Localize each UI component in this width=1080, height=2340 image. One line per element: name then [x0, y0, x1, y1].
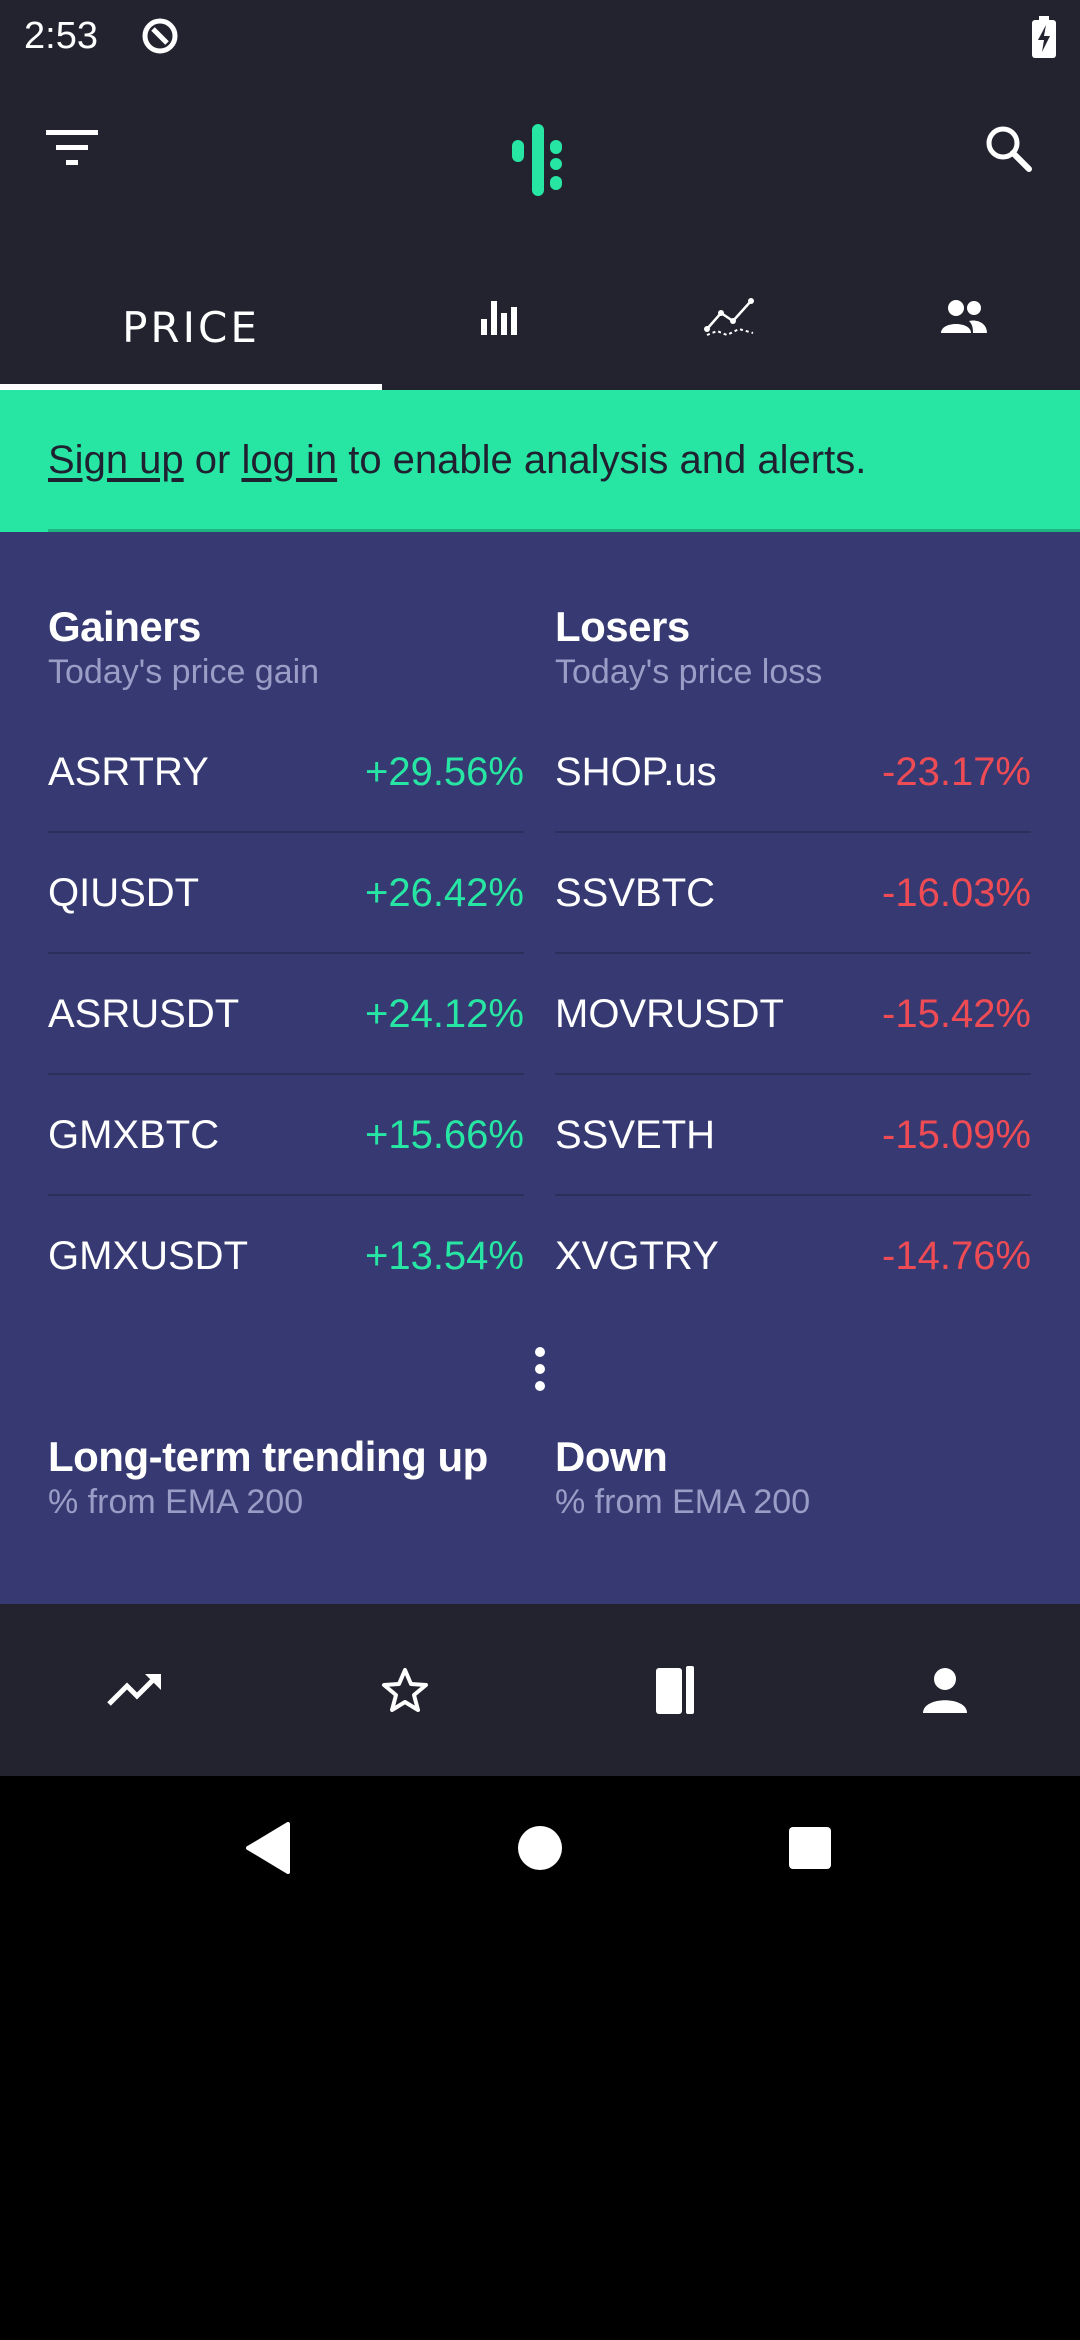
loser-symbol: XVGTRY — [555, 1234, 719, 1278]
loser-symbol: SSVETH — [555, 1113, 716, 1157]
back-triangle-icon — [246, 1822, 290, 1874]
filter-button[interactable] — [36, 112, 108, 184]
signup-link[interactable]: Sign up — [48, 438, 184, 482]
loser-change: -23.17% — [882, 750, 1031, 794]
gainer-change: +24.12% — [364, 992, 524, 1036]
logo-icon — [512, 124, 562, 196]
gainer-change: +29.56% — [364, 750, 524, 794]
system-nav-bar — [0, 1776, 1080, 1920]
loser-symbol: MOVRUSDT — [555, 992, 784, 1036]
gainer-symbol: ASRUSDT — [48, 992, 240, 1036]
gainer-row[interactable]: QIUSDT +26.42% — [48, 833, 524, 954]
person-icon — [923, 1668, 967, 1713]
data-saver-icon — [142, 18, 178, 54]
line-chart-icon — [704, 298, 754, 337]
bottom-nav — [0, 1604, 1080, 1776]
app-bar — [0, 72, 1080, 244]
gainers-list: ASRTRY +29.56% QIUSDT +26.42% ASRUSDT +2… — [48, 712, 524, 1317]
nav-profile[interactable] — [810, 1604, 1080, 1776]
gainer-change: +26.42% — [364, 871, 524, 915]
more-options-button[interactable] — [520, 1344, 560, 1394]
gainer-row[interactable]: GMXBTC +15.66% — [48, 1075, 524, 1196]
loser-row[interactable]: SHOP.us -23.17% — [555, 712, 1031, 833]
more-vert-icon — [535, 1347, 545, 1391]
trending-down-subtitle: % from EMA 200 — [555, 1483, 811, 1521]
loser-row[interactable]: XVGTRY -14.76% — [555, 1196, 1031, 1317]
losers-title: Losers — [555, 603, 690, 650]
losers-list: SHOP.us -23.17% SSVBTC -16.03% MOVRUSDT … — [555, 712, 1031, 1317]
loser-symbol: SSVBTC — [555, 871, 716, 915]
gainers-title: Gainers — [48, 603, 201, 650]
loser-change: -14.76% — [882, 1234, 1031, 1278]
tab-social[interactable] — [829, 244, 1080, 390]
nav-markets[interactable] — [0, 1604, 270, 1776]
gainer-symbol: GMXUSDT — [48, 1234, 248, 1278]
gainers-subtitle: Today's price gain — [48, 653, 320, 691]
system-recents-button[interactable] — [780, 1818, 840, 1878]
book-icon — [656, 1666, 694, 1714]
loser-row[interactable]: SSVETH -15.09% — [555, 1075, 1031, 1196]
trending-up-icon — [107, 1674, 161, 1706]
app-logo — [500, 120, 580, 200]
loser-row[interactable]: MOVRUSDT -15.42% — [555, 954, 1031, 1075]
gainer-symbol: QIUSDT — [48, 871, 200, 915]
loser-row[interactable]: SSVBTC -16.03% — [555, 833, 1031, 954]
status-bar: 2:53 — [0, 0, 1080, 72]
loser-change: -16.03% — [882, 871, 1031, 915]
loser-symbol: SHOP.us — [555, 750, 717, 794]
recents-square-icon — [789, 1827, 831, 1869]
gainer-row[interactable]: ASRTRY +29.56% — [48, 712, 524, 833]
tab-volume[interactable] — [364, 244, 634, 390]
banner-text: Sign up or log in to enable analysis and… — [48, 436, 866, 484]
tab-price-label: PRICE — [122, 302, 260, 352]
banner-or-text: or — [183, 438, 242, 482]
status-time: 2:53 — [24, 15, 98, 57]
gainer-change: +13.54% — [364, 1234, 524, 1278]
system-back-button[interactable] — [238, 1818, 298, 1878]
gainer-symbol: ASRTRY — [48, 750, 209, 794]
system-home-button[interactable] — [510, 1818, 570, 1878]
search-button[interactable] — [972, 112, 1044, 184]
gainer-change: +15.66% — [364, 1113, 524, 1157]
tab-chart[interactable] — [595, 244, 865, 390]
trending-down-title: Down — [555, 1433, 668, 1480]
market-overview: Gainers Today's price gain ASRTRY +29.56… — [0, 532, 1080, 1604]
trending-up-title: Long-term trending up — [48, 1433, 488, 1480]
banner-rest-text: to enable analysis and alerts. — [337, 438, 867, 482]
login-link[interactable]: log in — [241, 438, 337, 482]
nav-learn[interactable] — [540, 1604, 810, 1776]
search-icon — [986, 126, 1032, 172]
filter-icon — [46, 130, 98, 165]
loser-change: -15.09% — [882, 1113, 1031, 1157]
gainer-row[interactable]: ASRUSDT +24.12% — [48, 954, 524, 1075]
losers-subtitle: Today's price loss — [555, 653, 823, 691]
people-icon — [941, 300, 987, 333]
bar-chart-icon — [481, 301, 517, 335]
battery-charging-icon — [1032, 16, 1056, 58]
tab-bar: PRICE — [0, 244, 1080, 390]
home-circle-icon — [518, 1826, 562, 1870]
star-icon — [382, 1668, 428, 1712]
trending-up-subtitle: % from EMA 200 — [48, 1483, 304, 1521]
gainer-row[interactable]: GMXUSDT +13.54% — [48, 1196, 524, 1317]
loser-change: -15.42% — [882, 992, 1031, 1036]
gainer-symbol: GMXBTC — [48, 1113, 220, 1157]
signup-banner: Sign up or log in to enable analysis and… — [0, 390, 1080, 532]
nav-favorites[interactable] — [270, 1604, 540, 1776]
tab-price[interactable]: PRICE — [56, 244, 326, 390]
